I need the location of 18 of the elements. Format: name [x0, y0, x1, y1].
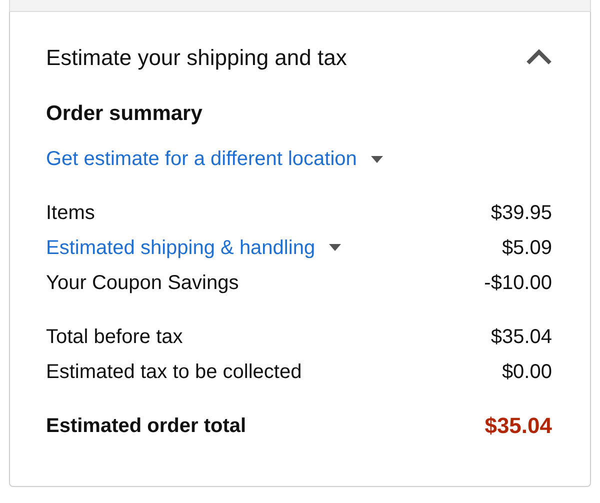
panel-title: Estimate your shipping and tax — [46, 44, 347, 72]
section-heading: Order summary — [46, 101, 204, 127]
total-amount: $35.04 — [484, 412, 552, 440]
dropdown-icon[interactable] — [370, 156, 383, 162]
dropdown-icon[interactable] — [329, 244, 342, 251]
amount: -$10.00 — [484, 270, 552, 296]
chevron-up-icon[interactable] — [526, 49, 552, 65]
shipping-link[interactable]: Estimated shipping & handling — [46, 232, 316, 262]
amount: $0.00 — [502, 360, 552, 384]
line-label: Total before tax — [46, 324, 183, 350]
line-label: Your Coupon Savings — [46, 270, 239, 296]
amount: $5.09 — [502, 236, 552, 260]
line-label: Items — [46, 200, 95, 226]
location-link[interactable]: Get estimate for a different location — [46, 145, 357, 173]
line-label: Estimated tax to be collected — [46, 360, 302, 384]
amount: $39.95 — [490, 200, 552, 226]
amount: $35.04 — [490, 324, 552, 350]
total-label: Estimated order total — [46, 414, 246, 438]
